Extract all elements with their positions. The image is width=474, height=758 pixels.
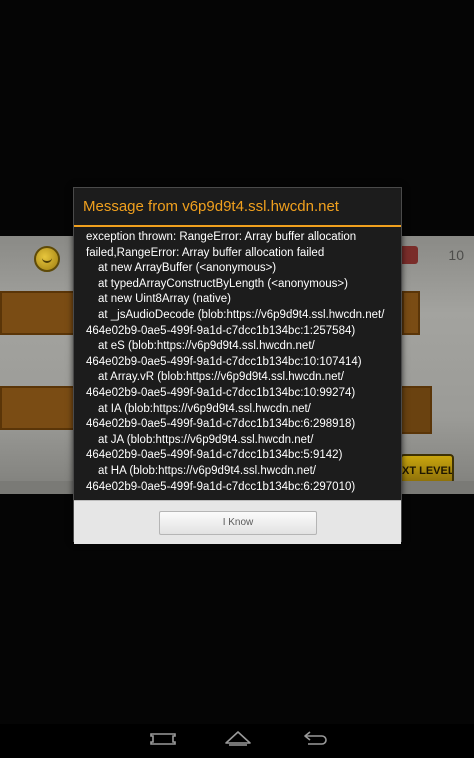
message-line: 464e02b9-0ae5-499f-9a1d-c7dcc1b134bc:6:2…	[86, 418, 356, 431]
message-line: at IA (blob:https://v6p9d9t4.ssl.hwcdn.n…	[98, 402, 311, 415]
device-screen: 10 XT LEVEL Message from v6p9d9t4.ssl.hw…	[0, 0, 474, 758]
dialog-message: exception thrown: RangeError: Array buff…	[86, 230, 391, 496]
message-line: failed,RangeError: Array buffer allocati…	[86, 246, 325, 259]
i-know-button[interactable]: I Know	[159, 511, 317, 535]
level-tile	[400, 386, 432, 434]
message-line: at eS (blob:https://v6p9d9t4.ssl.hwcdn.n…	[98, 340, 315, 353]
level-tile	[402, 291, 420, 335]
dialog-footer: I Know	[74, 500, 401, 544]
message-line: 464e02b9-0ae5-499f-9a1d-c7dcc1b134bc:6:2…	[86, 480, 356, 493]
next-level-button: XT LEVEL	[400, 454, 454, 484]
alert-dialog: Message from v6p9d9t4.ssl.hwcdn.net exce…	[73, 187, 402, 544]
message-line: at Array.vR (blob:https://v6p9d9t4.ssl.h…	[98, 371, 344, 384]
level-tile	[0, 291, 78, 335]
message-line: at new Uint8Array (native)	[98, 293, 231, 306]
recents-icon[interactable]	[146, 728, 180, 750]
home-icon[interactable]	[221, 728, 255, 750]
message-line: at typedArrayConstructByLength (<anonymo…	[98, 277, 348, 290]
message-line: at _jsAudioDecode (blob:https://v6p9d9t4…	[98, 308, 385, 321]
message-line: at HA (blob:https://v6p9d9t4.ssl.hwcdn.n…	[98, 464, 316, 477]
dialog-title: Message from v6p9d9t4.ssl.hwcdn.net	[83, 198, 339, 215]
message-line: 464e02b9-0ae5-499f-9a1d-c7dcc1b134bc:10:…	[86, 386, 356, 399]
message-line: 464e02b9-0ae5-499f-9a1d-c7dcc1b134bc:1:2…	[86, 324, 356, 337]
score-value: 10	[448, 247, 464, 263]
navigation-bar	[0, 724, 474, 758]
message-line: 464e02b9-0ae5-499f-9a1d-c7dcc1b134bc:10:…	[86, 355, 362, 368]
message-line: at JA (blob:https://v6p9d9t4.ssl.hwcdn.n…	[98, 433, 314, 446]
title-divider	[74, 225, 401, 227]
message-line: exception thrown: RangeError: Array buff…	[86, 231, 357, 243]
back-icon[interactable]	[298, 728, 332, 750]
coin-icon	[34, 246, 60, 272]
message-line: at Array.RC (blob:https://v6p9d9t4.ssl.h…	[86, 495, 391, 496]
message-line: at new ArrayBuffer (<anonymous>)	[98, 262, 277, 275]
level-tile	[0, 386, 78, 430]
message-line: 464e02b9-0ae5-499f-9a1d-c7dcc1b134bc:5:9…	[86, 449, 343, 462]
